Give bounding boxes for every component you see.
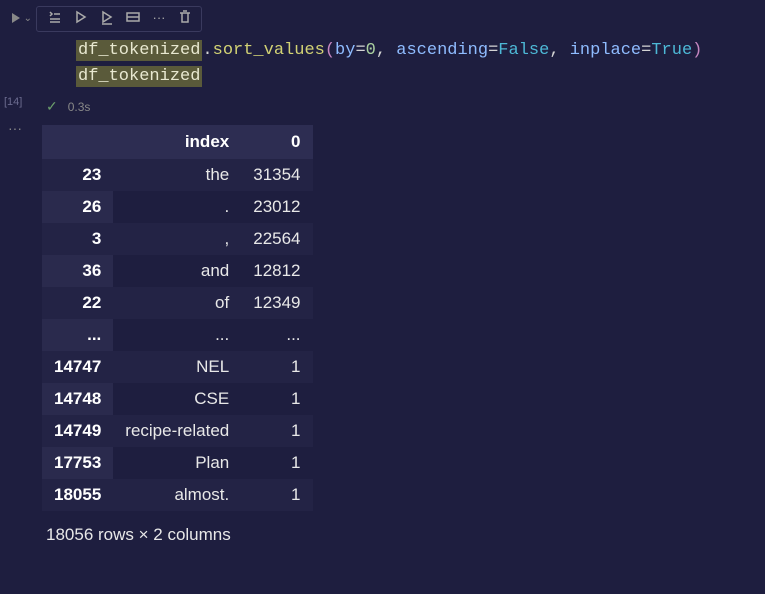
row-index-cell: 18055 <box>42 479 113 511</box>
row-index-cell: 14749 <box>42 415 113 447</box>
value-cell: 12812 <box>241 255 312 287</box>
table-row: 18055almost.1 <box>42 479 313 511</box>
value-cell: 22564 <box>241 223 312 255</box>
value-cell: 1 <box>241 351 312 383</box>
row-index-cell: 26 <box>42 191 113 223</box>
table-row: 23the31354 <box>42 159 313 191</box>
row-index-cell: 22 <box>42 287 113 319</box>
method-token: sort_values <box>213 41 325 60</box>
run-by-line-icon[interactable] <box>47 9 63 25</box>
row-index-cell: 14748 <box>42 383 113 415</box>
cell-gutter: ⌄ [14] ··· <box>0 0 36 594</box>
index-cell: CSE <box>113 383 241 415</box>
table-row: 14748CSE1 <box>42 383 313 415</box>
value-cell: 1 <box>241 383 312 415</box>
split-cell-icon[interactable] <box>125 9 141 25</box>
index-cell: almost. <box>113 479 241 511</box>
table-row: 36and12812 <box>42 255 313 287</box>
table-header-0: 0 <box>241 125 312 159</box>
index-cell: ... <box>113 319 241 351</box>
table-row: 14749recipe-related1 <box>42 415 313 447</box>
index-cell: , <box>113 223 241 255</box>
dataframe-output: index 0 23the3135426.230123,2256436and12… <box>42 125 313 511</box>
variable-token: df_tokenized <box>76 66 202 87</box>
row-index-cell: 14747 <box>42 351 113 383</box>
code-editor[interactable]: df_tokenized.sort_values(by=0, ascending… <box>36 38 765 90</box>
row-index-cell: ... <box>42 319 113 351</box>
table-row: 22of12349 <box>42 287 313 319</box>
table-row: 17753Plan1 <box>42 447 313 479</box>
table-header-row: index 0 <box>42 125 313 159</box>
notebook-cell-container: ⌄ [14] ··· ··· df_tokenized. <box>0 0 765 594</box>
run-cell-control[interactable]: ⌄ <box>0 8 36 28</box>
cell-main: ··· df_tokenized.sort_values(by=0, ascen… <box>36 0 765 594</box>
index-cell: Plan <box>113 447 241 479</box>
more-actions-icon[interactable]: ··· <box>151 9 167 25</box>
execution-count: [14] <box>0 96 36 108</box>
row-index-cell: 3 <box>42 223 113 255</box>
table-header-index: index <box>113 125 241 159</box>
value-cell: 12349 <box>241 287 312 319</box>
cell-toolbar: ··· <box>36 6 202 32</box>
index-cell: of <box>113 287 241 319</box>
variable-token: df_tokenized <box>76 40 202 61</box>
value-cell: ... <box>241 319 312 351</box>
value-cell: 1 <box>241 447 312 479</box>
execute-above-icon[interactable] <box>99 9 115 25</box>
success-check-icon: ✓ <box>46 98 58 115</box>
table-row: 14747NEL1 <box>42 351 313 383</box>
value-cell: 23012 <box>241 191 312 223</box>
row-index-cell: 36 <box>42 255 113 287</box>
value-cell: 1 <box>241 415 312 447</box>
execution-timing: 0.3s <box>68 100 91 114</box>
index-cell: and <box>113 255 241 287</box>
table-row: 3,22564 <box>42 223 313 255</box>
dataframe-shape: 18056 rows × 2 columns <box>36 511 765 545</box>
row-index-cell: 23 <box>42 159 113 191</box>
play-icon <box>12 13 22 23</box>
table-header-blank <box>42 125 113 159</box>
value-cell: 31354 <box>241 159 312 191</box>
code-line-2: df_tokenized <box>76 64 765 90</box>
row-index-cell: 17753 <box>42 447 113 479</box>
code-line-1: df_tokenized.sort_values(by=0, ascending… <box>76 38 765 64</box>
table-row: ......... <box>42 319 313 351</box>
delete-cell-icon[interactable] <box>177 9 193 25</box>
execution-status: ✓ 0.3s <box>36 90 765 125</box>
output-menu-icon[interactable]: ··· <box>0 120 36 136</box>
value-cell: 1 <box>241 479 312 511</box>
execute-cell-icon[interactable] <box>73 9 89 25</box>
index-cell: NEL <box>113 351 241 383</box>
index-cell: . <box>113 191 241 223</box>
chevron-down-icon: ⌄ <box>24 13 32 24</box>
index-cell: the <box>113 159 241 191</box>
index-cell: recipe-related <box>113 415 241 447</box>
table-row: 26.23012 <box>42 191 313 223</box>
